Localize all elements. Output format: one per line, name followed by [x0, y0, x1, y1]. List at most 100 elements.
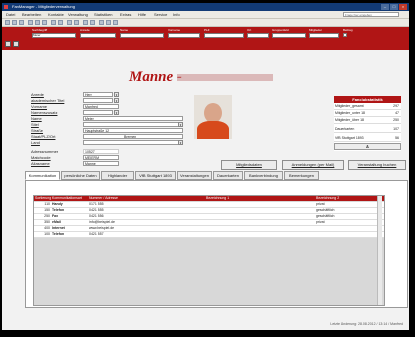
redo-icon[interactable]: [58, 20, 63, 25]
member-photo[interactable]: [194, 95, 232, 139]
last-change-text: Letzte Änderung: 28.08.2012 / 13:14 / Ma…: [330, 322, 403, 326]
sort-asc-icon[interactable]: [67, 20, 72, 25]
col-bezeichnung-1[interactable]: Bezeichnung 1: [206, 196, 229, 201]
cell-sortierung: 250: [44, 214, 50, 218]
stat-value: 107: [393, 127, 399, 131]
print-icon[interactable]: [19, 20, 24, 25]
tab-dauerkarten[interactable]: Dauerkarten: [213, 171, 243, 180]
menu-bearbeiten[interactable]: Bearbeiten: [22, 12, 41, 17]
aliasname-field[interactable]: Manne: [83, 161, 119, 166]
delete-record-icon[interactable]: [113, 20, 118, 25]
cell-kommunikationsart: eMail: [52, 220, 61, 224]
sort-desc-icon[interactable]: [74, 20, 79, 25]
tab-kommunikation[interactable]: Kommunikation: [25, 171, 60, 180]
screen-border: [0, 330, 415, 337]
nav-prev-button[interactable]: [13, 41, 19, 47]
fanclub-stats-title: Fanclubstatistik: [334, 96, 401, 103]
cell-bezeichnung-2: geschäftlich: [316, 214, 335, 218]
close-button[interactable]: ×: [399, 4, 407, 10]
kommunikation-grid: Sortierung Kommunikationsart Nummer / Ad…: [33, 195, 385, 306]
col-nummer-adresse[interactable]: Nummer / Adresse: [89, 196, 118, 201]
stiel-dropdown-icon[interactable]: ▾: [178, 122, 183, 127]
copy-icon[interactable]: [35, 20, 40, 25]
filter-gruppenfeld-input[interactable]: [272, 33, 306, 38]
matchcode-field[interactable]: MEIERM: [83, 155, 119, 160]
cell-nummer: 0171 555: [89, 202, 104, 206]
col-sortierung[interactable]: Sortierung: [35, 196, 51, 201]
tab-veranstaltungen[interactable]: Veranstaltungen: [177, 171, 212, 180]
menu-service[interactable]: Service: [154, 12, 167, 17]
menu-extras[interactable]: Extras: [120, 12, 131, 17]
fanclub-stats-button[interactable]: Ä: [334, 143, 401, 150]
stat-value: 56: [395, 136, 399, 140]
grid-vertical-scrollbar[interactable]: [377, 196, 382, 305]
cut-icon[interactable]: [28, 20, 33, 25]
mitgliedsdaten-button[interactable]: Mitgliedsdaten: [221, 160, 277, 170]
tab-persoenliche-daten[interactable]: persönliche Daten: [61, 171, 100, 180]
filter-suchbegriff-input[interactable]: Meier: [32, 33, 76, 38]
stat-label: Mitglieder_gesamt: [335, 104, 364, 108]
filter-mitglieder-input[interactable]: [309, 33, 339, 38]
filter-label-name: Name: [120, 28, 129, 32]
nav-first-button[interactable]: [5, 41, 11, 47]
cell-sortierung: 350: [44, 220, 50, 224]
redacted-surname: [177, 74, 273, 81]
veranstaltung-buchen-button[interactable]: Veranstaltung buchen: [348, 160, 406, 170]
anrede-dropdown-icon[interactable]: ▾: [114, 92, 119, 97]
filter-toggle-icon[interactable]: [90, 20, 95, 25]
land-dropdown-icon[interactable]: ▾: [178, 140, 183, 145]
stat-row: VfB Stuttgart 1893 56: [334, 135, 401, 142]
minimize-button[interactable]: –: [381, 4, 389, 10]
find-icon[interactable]: [99, 20, 104, 25]
land-field[interactable]: [83, 140, 183, 145]
tab-bemerkungen[interactable]: Bemerkungen: [284, 171, 319, 180]
tab-bankverbindung[interactable]: Bankverbindung: [244, 171, 283, 180]
filter-ort-input[interactable]: [247, 33, 269, 38]
col-bezeichnung-2[interactable]: Bezeichnung 2: [316, 196, 339, 201]
name-field[interactable]: Meier: [83, 116, 183, 121]
filter-label-anrede: Anrede: [80, 28, 90, 32]
label-anrede: Anrede: [31, 92, 44, 97]
filter-vorname-input[interactable]: [168, 33, 200, 38]
menu-statistiken[interactable]: Statistiken: [94, 12, 112, 17]
stat-label: Mitglieder_über 18: [335, 118, 364, 122]
col-kommunikationsart[interactable]: Kommunikationsart: [52, 196, 82, 201]
photo-face: [204, 103, 222, 123]
filter-name-input[interactable]: [120, 33, 164, 38]
filter-plz-input[interactable]: [204, 33, 244, 38]
label-titel: akademischer Titel: [31, 98, 65, 103]
stiel-field[interactable]: [83, 122, 183, 127]
help-search-input[interactable]: Frage hier eingeben: [343, 12, 399, 17]
filter-beitrag-checkbox[interactable]: [343, 33, 347, 37]
plz-ort-field[interactable]: Bremen: [83, 134, 183, 139]
cell-kommunikationsart: Telefon: [52, 232, 65, 236]
tab-highlander[interactable]: Highlander: [101, 171, 134, 180]
stat-label: Mitglieder_unter 18: [335, 111, 365, 115]
filter-icon[interactable]: [83, 20, 88, 25]
anrede-field[interactable]: Herr: [83, 92, 113, 97]
filter-label-plz: PLZ: [204, 28, 210, 32]
paste-icon[interactable]: [42, 20, 47, 25]
titel-field[interactable]: [83, 98, 113, 103]
label-matchcode: Matchcode: [31, 155, 51, 160]
menu-hilfe[interactable]: Hilfe: [138, 12, 146, 17]
maximize-button[interactable]: □: [390, 4, 398, 10]
menu-datei[interactable]: Datei: [6, 12, 15, 17]
namenszusatz-dropdown-icon[interactable]: ▾: [114, 110, 119, 115]
new-record-icon[interactable]: [106, 20, 111, 25]
save-icon[interactable]: [5, 20, 10, 25]
vorname-field[interactable]: Manfred: [83, 104, 119, 109]
menu-info[interactable]: Info: [173, 12, 180, 17]
open-icon[interactable]: [12, 20, 17, 25]
strasse-field[interactable]: Hauptstraße 12: [83, 128, 183, 133]
filter-anrede-input[interactable]: [80, 33, 116, 38]
menu-kontakte[interactable]: Kontakte: [48, 12, 64, 17]
anmeldungen-button[interactable]: Anmeldungen (per Mail): [282, 160, 344, 170]
label-namenszusatz: Namenszusatz: [31, 110, 58, 115]
namenszusatz-field[interactable]: [83, 110, 113, 115]
undo-icon[interactable]: [51, 20, 56, 25]
menu-verwaltung[interactable]: Verwaltung: [68, 12, 88, 17]
titel-dropdown-icon[interactable]: ▾: [114, 98, 119, 103]
tab-vfb-stuttgart[interactable]: VfB Stuttgart 1893: [135, 171, 176, 180]
table-row[interactable]: 100 Telefon 0421 557: [34, 232, 384, 238]
